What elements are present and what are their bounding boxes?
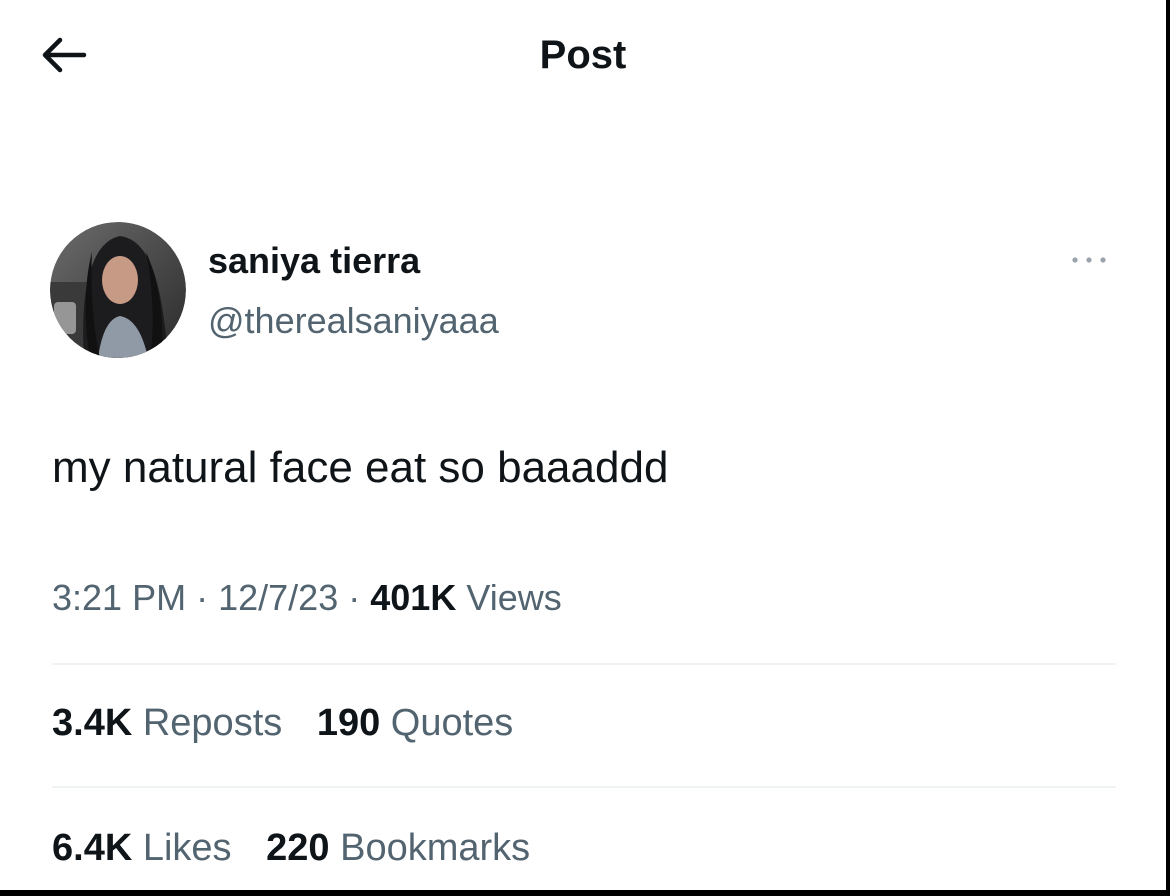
meta-separator: ·	[348, 577, 361, 618]
likes-stat[interactable]: 6.4K Likes	[52, 824, 232, 872]
author-handle[interactable]: @therealsaniyaaa	[208, 298, 499, 344]
likes-count: 6.4K	[52, 827, 133, 869]
engagement-row-2: 6.4K Likes 220 Bookmarks	[52, 824, 554, 872]
top-bar: Post	[0, 0, 1166, 110]
views-label: Views	[466, 577, 562, 618]
quotes-stat[interactable]: 190 Quotes	[317, 699, 514, 747]
divider	[52, 663, 1116, 665]
avatar[interactable]	[50, 222, 186, 358]
post-text: my natural face eat so baaaddd	[52, 443, 669, 492]
likes-label: Likes	[142, 827, 232, 869]
more-options-button[interactable]	[1064, 248, 1114, 272]
bookmarks-count: 220	[266, 827, 330, 869]
page-title: Post	[539, 33, 627, 77]
bookmarks-label: Bookmarks	[340, 827, 531, 869]
post-meta: 3:21 PM · 12/7/23 · 401K Views	[52, 575, 562, 621]
reposts-label: Reposts	[142, 702, 283, 744]
avatar-image	[50, 222, 186, 358]
bookmarks-stat[interactable]: 220 Bookmarks	[266, 824, 530, 872]
reposts-count: 3.4K	[52, 702, 133, 744]
author-name[interactable]: saniya tierra	[208, 238, 420, 284]
meta-separator: ·	[196, 577, 209, 618]
post-screen: Post saniya tierra @therealsaniyaaa my n…	[0, 0, 1166, 890]
quotes-count: 190	[316, 702, 381, 744]
divider	[52, 786, 1116, 788]
quotes-label: Quotes	[390, 702, 514, 744]
views-count: 401K	[370, 577, 457, 618]
post-time[interactable]: 3:21 PM	[52, 577, 186, 618]
more-horizontal-icon	[1072, 257, 1106, 263]
reposts-stat[interactable]: 3.4K Reposts	[52, 699, 282, 747]
engagement-row-1: 3.4K Reposts 190 Quotes	[52, 699, 537, 747]
post-date[interactable]: 12/7/23	[218, 577, 338, 618]
